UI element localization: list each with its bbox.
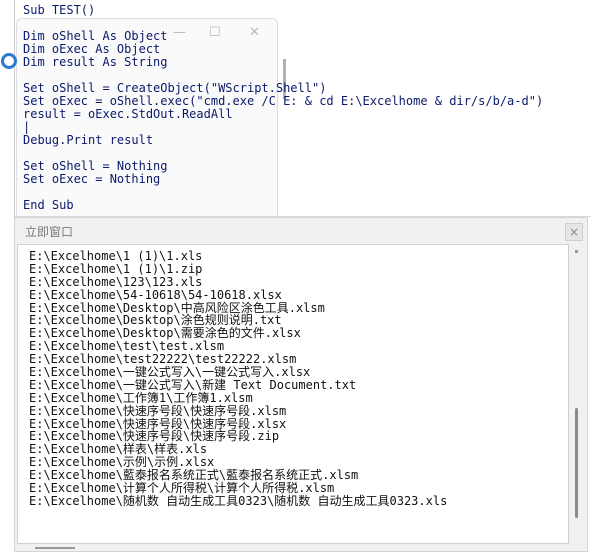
output-line: E:\Excelhome\一键公式写入\新建 Text Document.txt [29, 377, 357, 392]
immediate-output[interactable]: E:\Excelhome\1 (1)\1.xls E:\Excelhome\1 (… [17, 244, 569, 544]
output-line: E:\Excelhome\54-10618\54-10618.xlsx [29, 287, 282, 302]
code-line: Set oExec = Nothing [23, 172, 161, 186]
output-line: E:\Excelhome\计算个人所得税\计算个人所得税.xlsm [29, 481, 335, 496]
code-line: End Sub [23, 198, 74, 212]
code-editor[interactable]: — ☐ ✕ Sub TEST() Dim oShell As Object Dim … [0, 0, 591, 220]
scroll-up-arrow-icon[interactable] [575, 250, 578, 253]
output-line: E:\Excelhome\1 (1)\1.zip [29, 261, 203, 276]
output-line: E:\Excelhome\123\123.xls [29, 274, 203, 289]
output-line: E:\Excelhome\1 (1)\1.xls [29, 249, 203, 263]
output-line: E:\Excelhome\随机数 自动生成工具0323\随机数 自动生成工具03… [29, 493, 448, 508]
code-text[interactable]: Sub TEST() Dim oShell As Object Dim oExec … [23, 4, 543, 212]
vertical-scrollbar[interactable] [572, 248, 581, 538]
immediate-window-title: 立即窗口 [25, 225, 74, 239]
code-line: Sub TEST() [23, 3, 96, 17]
output-line: E:\Excelhome\一键公式写入\一键公式写入.xlsx [29, 365, 311, 380]
code-line: result = oExec.StdOut.ReadAll [23, 107, 233, 121]
scrollbar-thumb[interactable] [575, 408, 578, 518]
output-line: E:\Excelhome\快速序号段\快速序号段.xlsm [29, 403, 287, 418]
code-line: Debug.Print result [23, 133, 154, 147]
breakpoint-marker-icon[interactable] [1, 53, 17, 69]
output-text[interactable]: E:\Excelhome\1 (1)\1.xls E:\Excelhome\1 (… [29, 250, 447, 508]
horizontal-scrollbar-thumb[interactable] [35, 547, 75, 549]
immediate-window-close-button[interactable]: × [565, 223, 583, 241]
output-line: E:\Excelhome\工作簿1\工作簿1.xlsm [29, 390, 253, 405]
code-line: Dim result As String [23, 55, 168, 69]
immediate-window: 立即窗口 × E:\Excelhome\1 (1)\1.xls E:\Excelh… [14, 217, 588, 552]
editor-margin [14, 0, 15, 218]
